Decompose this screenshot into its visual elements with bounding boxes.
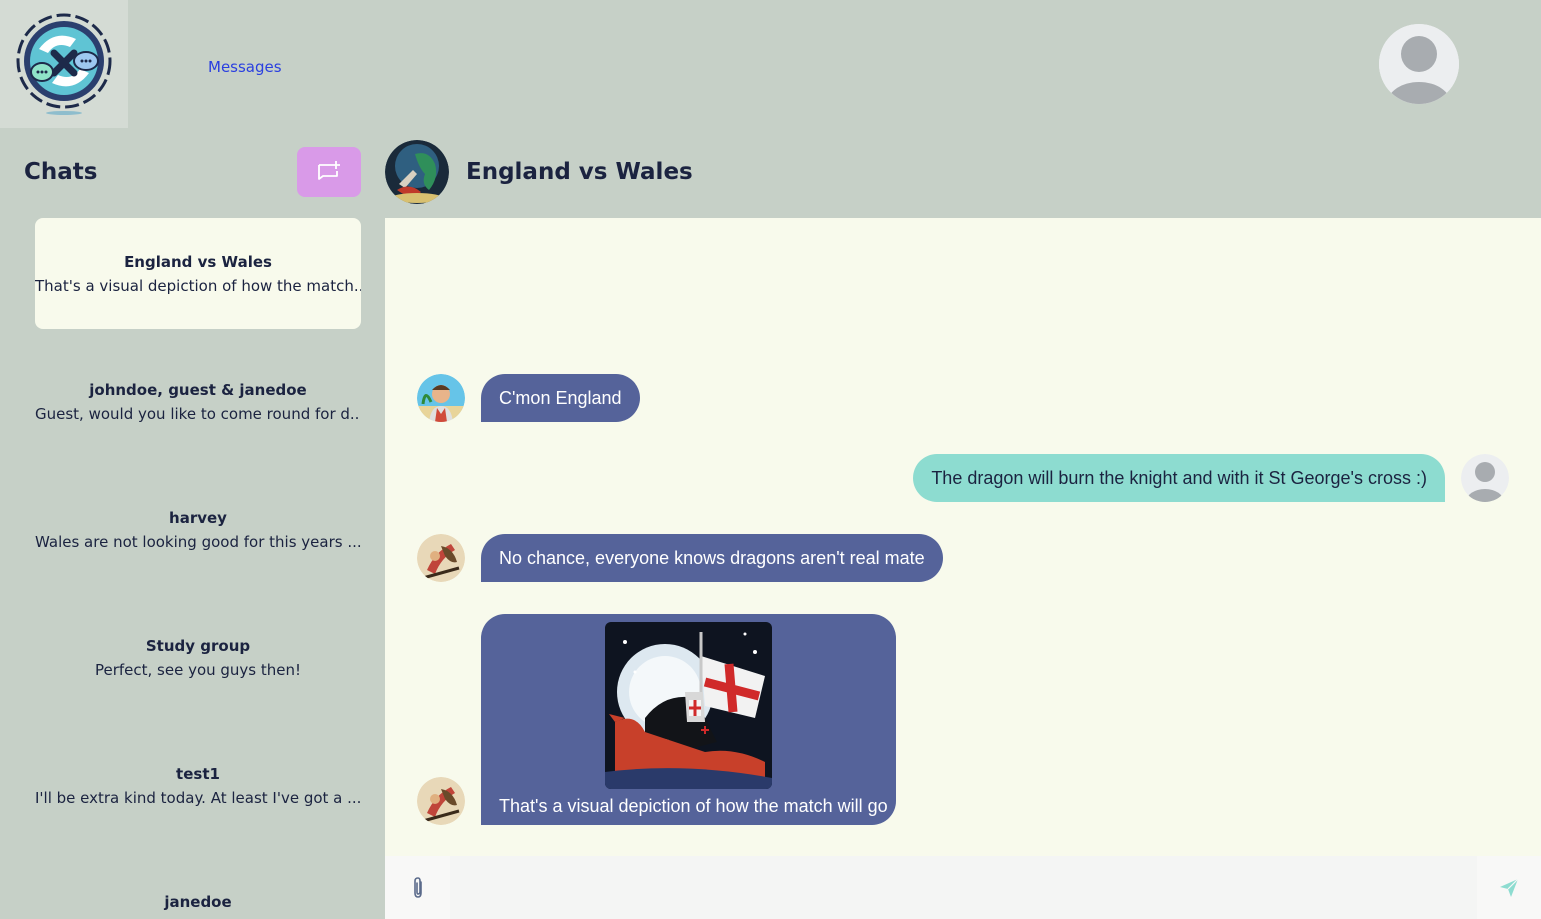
user-avatar-icon[interactable] [1461,454,1509,502]
chat-preview: Perfect, see you guys then! [94,661,302,679]
user-avatar-icon[interactable] [1379,24,1459,104]
chat-name: test1 [176,765,220,783]
chat-title: England vs Wales [466,159,693,185]
message-bubble: The dragon will burn the knight and with… [913,454,1445,502]
send-icon [1500,878,1519,897]
chat-list-item[interactable]: harvey Wales are not looking good for th… [35,474,361,585]
new-chat-button[interactable] [297,147,361,197]
top-header: Messages [0,0,1541,128]
chat-list-item[interactable]: test1 I'll be extra kind today. At least… [35,730,361,841]
chat-name: Study group [145,637,251,655]
send-button[interactable] [1477,856,1541,919]
sender-avatar[interactable] [417,777,465,825]
chat-group-avatar[interactable] [385,140,449,204]
message-bubble: No chance, everyone knows dragons aren't… [481,534,943,582]
chat-preview: Wales are not looking good for this year… [35,533,361,551]
chat-preview: I'll be extra kind today. At least I've … [35,789,361,807]
nav-messages-link[interactable]: Messages [208,58,282,76]
chat-preview: That's a visual depiction of how the mat… [35,277,361,295]
message-input[interactable] [450,856,1477,919]
message-caption: That's a visual depiction of how the mat… [499,796,888,816]
chat-name: England vs Wales [124,253,272,271]
sidebar-title: Chats [24,159,98,185]
chat-list-item[interactable]: Study group Perfect, see you guys then! [35,602,361,713]
message-plus-icon [318,161,340,180]
chat-list-item[interactable]: janedoe [35,858,361,919]
paperclip-icon [413,876,422,898]
chat-preview: Guest, would you like to come round for … [35,405,361,423]
chat-name: johndoe, guest & janedoe [89,381,307,399]
message-list: C'mon England The dragon will burn the k… [385,218,1541,856]
sender-avatar[interactable] [417,374,465,422]
message-composer [385,856,1541,919]
app-logo[interactable] [0,0,128,128]
chat-sidebar: Chats England vs Wales That's a visual d… [0,128,385,919]
image-message-bubble: That's a visual depiction of how the mat… [481,614,896,825]
sender-avatar[interactable] [417,534,465,582]
chat-list-item[interactable]: England vs Wales That's a visual depicti… [35,218,361,329]
message-image[interactable] [605,622,772,789]
attach-button[interactable] [385,856,450,919]
chat-list-item[interactable]: johndoe, guest & janedoe Guest, would yo… [35,346,361,457]
chat-name: harvey [169,509,227,527]
message-bubble: C'mon England [481,374,640,422]
chat-name: janedoe [164,893,232,911]
